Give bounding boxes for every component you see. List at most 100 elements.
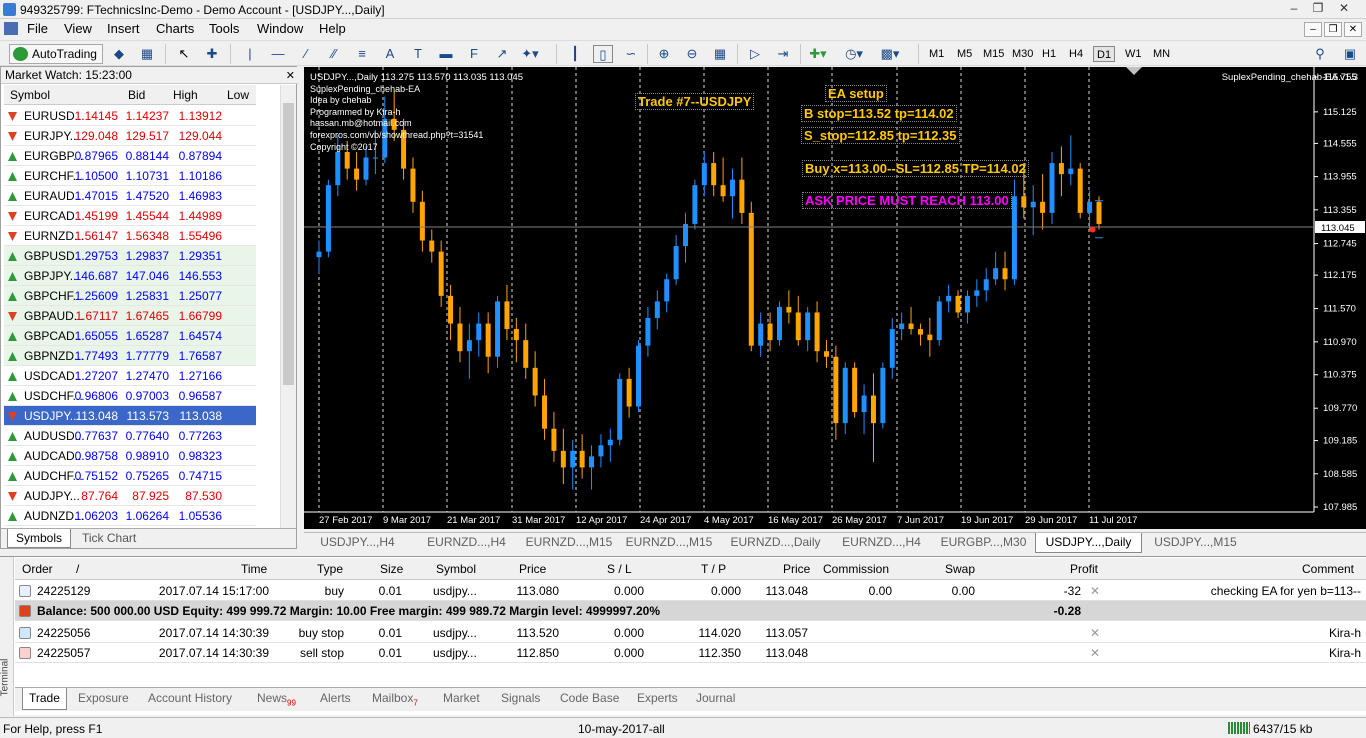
market-watch-icon[interactable]: ◆	[109, 45, 129, 63]
timeframe-m30[interactable]: M30	[1009, 46, 1036, 62]
column-order[interactable]: Order	[22, 562, 53, 576]
autotrading-button[interactable]: AutoTrading	[9, 44, 103, 64]
shapes-icon[interactable]: ✦▾	[520, 45, 540, 63]
autoscroll-icon[interactable]: ⇥	[773, 45, 793, 63]
timeframe-m1[interactable]: M1	[926, 46, 947, 62]
indicators-icon[interactable]: ✚▾	[808, 45, 828, 63]
timeframe-w1[interactable]: W1	[1122, 46, 1145, 62]
timeframe-mn[interactable]: MN	[1150, 46, 1173, 62]
market-watch-row[interactable]: EURGBP... 0.87965 0.88144 0.87894	[4, 146, 256, 166]
column-type[interactable]: Type	[317, 562, 343, 576]
menu-file[interactable]: File	[27, 21, 48, 36]
chart-tab[interactable]: EURNZD...,H4	[831, 533, 932, 552]
market-watch-row[interactable]: AUDCHF... 0.75152 0.75265 0.74715	[4, 466, 256, 486]
terminal-tab[interactable]: Alerts	[320, 691, 351, 705]
column-commission[interactable]: Commission	[823, 562, 889, 576]
menu-view[interactable]: View	[64, 21, 92, 36]
market-watch-row[interactable]: AUDCAD... 0.98758 0.98910 0.98323	[4, 446, 256, 466]
market-watch-row[interactable]: AUDUSD... 0.77637 0.77640 0.77263	[4, 426, 256, 446]
chart-tab[interactable]: EURNZD...,H4	[413, 533, 520, 552]
market-watch-row[interactable]: AUDNZD... 1.06203 1.06264 1.05536	[4, 506, 256, 526]
timeframe-m15[interactable]: M15	[980, 46, 1007, 62]
column-swap[interactable]: Swap	[945, 562, 975, 576]
price-chart[interactable]: 27 Feb 2017 9 Mar 2017 21 Mar 2017 31 Mar 2…	[304, 67, 1366, 529]
market-watch-row[interactable]: EURNZD... 1.56147 1.56348 1.55496	[4, 226, 256, 246]
terminal-tab[interactable]: Mailbox7	[372, 691, 418, 707]
column-size[interactable]: Size	[380, 562, 403, 576]
timeframe-h1[interactable]: H1	[1039, 46, 1059, 62]
timeframe-d1[interactable]: D1	[1093, 46, 1116, 62]
chart-tab[interactable]: EURNZD...,M15	[618, 533, 720, 552]
column-symbol[interactable]: Symbol	[10, 88, 50, 102]
column-profit[interactable]: Profit	[1070, 562, 1098, 576]
market-watch-row[interactable]: USDCHF... 0.96806 0.97003 0.96587	[4, 386, 256, 406]
menu-tools[interactable]: Tools	[209, 21, 239, 36]
order-row[interactable]: 24225057 2017.07.14 14:30:39 sell stop 0.01…	[15, 643, 1366, 663]
chart-tab[interactable]: USDJPY...,Daily	[1035, 533, 1142, 553]
chart-tab[interactable]: USDJPY...,H4	[304, 533, 411, 552]
column-current-price[interactable]: Price	[783, 562, 810, 576]
terminal-tab[interactable]: Market	[443, 691, 480, 705]
vertical-line-icon[interactable]: |	[240, 45, 260, 63]
close-order-icon[interactable]: ✕	[1090, 626, 1100, 640]
column-sl[interactable]: S / L	[607, 562, 632, 576]
text-icon[interactable]: A	[380, 45, 400, 63]
terminal-tab[interactable]: Journal	[696, 691, 735, 705]
market-watch-row[interactable]: GBPNZD... 1.77493 1.77779 1.76587	[4, 346, 256, 366]
market-watch-row[interactable]: GBPUSD... 1.29753 1.29837 1.29351	[4, 246, 256, 266]
column-comment[interactable]: Comment	[1302, 562, 1354, 576]
chart-tab[interactable]: EURNZD...,Daily	[722, 533, 829, 552]
profile-name[interactable]: 10-may-2017-all	[578, 722, 665, 736]
market-watch-row[interactable]: GBPJPY... 146.687 147.046 146.553	[4, 266, 256, 286]
order-row[interactable]: 24225056 2017.07.14 14:30:39 buy stop 0.01 u…	[15, 623, 1366, 643]
timeframe-h4[interactable]: H4	[1066, 46, 1086, 62]
horizontal-line-icon[interactable]: —	[268, 45, 288, 63]
terminal-tab[interactable]: Trade	[22, 688, 67, 710]
market-watch-row[interactable]: GBPCAD... 1.65055 1.65287 1.64574	[4, 326, 256, 346]
close-icon[interactable]: ✕	[286, 69, 295, 82]
mdi-minimize-button[interactable]: –	[1304, 22, 1322, 37]
column-symbol[interactable]: Symbol	[436, 562, 476, 576]
menu-help[interactable]: Help	[319, 21, 346, 36]
mdi-restore-button[interactable]: ❐	[1324, 22, 1342, 37]
terminal-tab[interactable]: Experts	[637, 691, 678, 705]
text-label-icon[interactable]: T	[408, 45, 428, 63]
tab-tick-chart[interactable]: Tick Chart	[74, 529, 144, 548]
crosshair-icon[interactable]: ✚	[202, 45, 222, 63]
column-bid[interactable]: Bid	[128, 88, 145, 102]
column-high[interactable]: High	[173, 88, 198, 102]
rectangle-icon[interactable]: ▬	[436, 45, 456, 63]
tab-symbols[interactable]: Symbols	[7, 529, 72, 548]
line-chart-icon[interactable]: ∽	[621, 45, 641, 63]
column-price[interactable]: Price	[519, 562, 546, 576]
market-watch-row[interactable]: EURJPY... 129.048 129.517 129.044	[4, 126, 256, 146]
column-time[interactable]: Time	[241, 562, 267, 576]
mdi-close-button[interactable]: ✕	[1344, 22, 1362, 37]
market-watch-row[interactable]: EURUSD... 1.14145 1.14237 1.13912	[4, 106, 256, 126]
column-tp[interactable]: T / P	[701, 562, 726, 576]
close-button[interactable]: ✕	[1322, 1, 1366, 17]
menu-charts[interactable]: Charts	[156, 21, 194, 36]
market-watch-row[interactable]: EURAUD... 1.47015 1.47520 1.46983	[4, 186, 256, 206]
channel-icon[interactable]: ∕∕	[324, 45, 344, 63]
menu-window[interactable]: Window	[257, 21, 303, 36]
terminal-tab[interactable]: Signals	[501, 691, 540, 705]
zoom-in-icon[interactable]: ⊕	[654, 45, 674, 63]
market-watch-row[interactable]: GBPCHF... 1.25609 1.25831 1.25077	[4, 286, 256, 306]
market-watch-row[interactable]: USDCAD... 1.27207 1.27470 1.27166	[4, 366, 256, 386]
bar-chart-icon[interactable]: ┃	[565, 45, 585, 63]
candlestick-chart-icon[interactable]: ▯	[593, 45, 613, 63]
chat-icon[interactable]: ▣	[1340, 45, 1360, 63]
terminal-tab[interactable]: News99	[257, 691, 296, 707]
zoom-out-icon[interactable]: ⊖	[682, 45, 702, 63]
order-row[interactable]: 24225129 2017.07.14 15:17:00 buy 0.01 usdjpy…	[15, 581, 1366, 601]
arrows-icon[interactable]: ↗	[492, 45, 512, 63]
market-watch-row[interactable]: USDJPY... 113.048 113.573 113.038	[4, 406, 256, 426]
fibonacci-icon[interactable]: ≡	[352, 45, 372, 63]
scrollbar-thumb[interactable]	[283, 103, 294, 385]
market-watch-row[interactable]: GBPAUD... 1.67117 1.67465 1.66799	[4, 306, 256, 326]
close-order-icon[interactable]: ✕	[1090, 584, 1100, 598]
cursor-icon[interactable]: ↖	[174, 45, 194, 63]
timeframe-m5[interactable]: M5	[954, 46, 975, 62]
market-watch-row[interactable]: AUDJPY... 87.764 87.925 87.530	[4, 486, 256, 506]
